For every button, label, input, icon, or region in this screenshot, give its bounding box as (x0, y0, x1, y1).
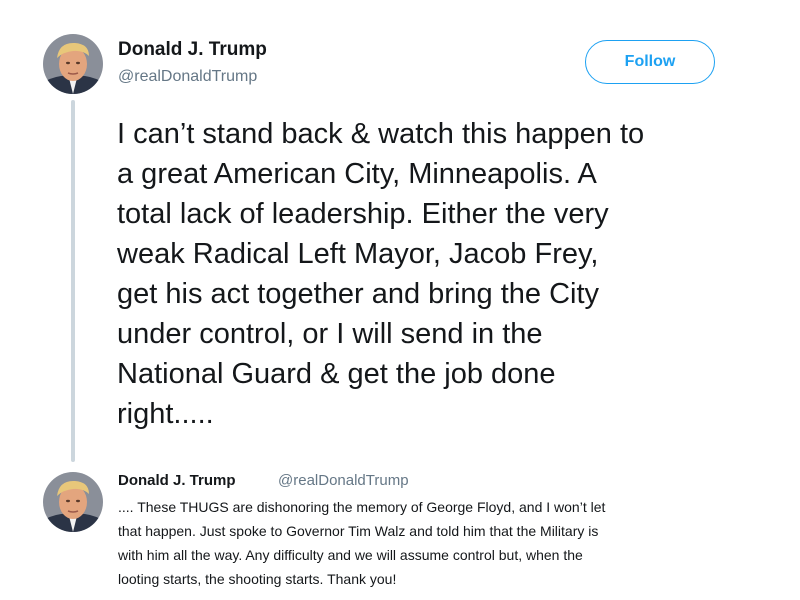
thread-connector-line (71, 100, 75, 462)
reply-author-name[interactable]: Donald J. Trump (118, 472, 236, 489)
avatar[interactable] (43, 34, 103, 94)
author-name[interactable]: Donald J. Trump (118, 39, 267, 61)
reply-avatar-image (43, 472, 103, 532)
follow-button[interactable]: Follow (585, 40, 715, 84)
reply-avatar[interactable] (43, 472, 103, 532)
author-handle[interactable]: @realDonaldTrump (118, 68, 257, 86)
avatar-image (43, 34, 103, 94)
reply-author-handle[interactable]: @realDonaldTrump (278, 472, 409, 489)
reply-text: .... These THUGS are dishonoring the mem… (118, 499, 606, 587)
tweet-text: I can’t stand back & watch this happen t… (117, 118, 645, 430)
